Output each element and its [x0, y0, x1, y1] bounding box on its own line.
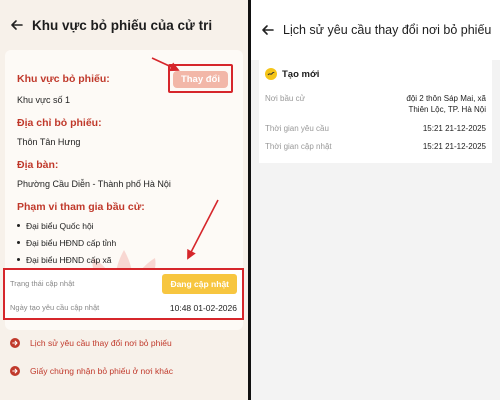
- residence-label: Nơi bầu cử: [265, 94, 305, 103]
- update-time-row: Thời gian cập nhật 15:21 21-12-2025: [265, 142, 486, 153]
- history-link-label: Lịch sử yêu cầu thay đổi nơi bỏ phiếu: [30, 338, 172, 348]
- bullet-icon: [17, 258, 20, 261]
- request-time-row: Thời gian yêu cầu 15:21 21-12-2025: [265, 124, 486, 135]
- update-status-box: Trạng thái cập nhật Đang cập nhật Ngày t…: [3, 268, 244, 320]
- change-button[interactable]: Thay đổi: [172, 71, 228, 88]
- area-value: Phường Cầu Diễn - Thành phố Hà Nội: [17, 179, 171, 189]
- page-title: Khu vực bỏ phiếu của cử tri: [32, 17, 213, 33]
- status-text: Tạo mới: [282, 68, 320, 80]
- address-value: Thôn Tân Hưng: [17, 137, 81, 147]
- right-panel: Lịch sử yêu cầu thay đổi nơi bỏ phiếu Tạ…: [251, 0, 500, 400]
- update-time-label: Thời gian cập nhật: [265, 142, 332, 152]
- residence-value: đội 2 thôn Sáp Mai, xã Thiên Lộc, TP. Hà…: [406, 94, 486, 114]
- back-arrow-icon[interactable]: [259, 21, 277, 39]
- zone-value: Khu vực số 1: [17, 95, 71, 105]
- request-date-label: Ngày tạo yêu cầu cập nhật: [10, 303, 100, 312]
- arrow-right-circle-icon: [10, 366, 20, 376]
- list-item: Đại biểu HĐND cấp tỉnh: [17, 234, 233, 251]
- request-date-value: 10:48 01-02-2026: [169, 302, 237, 313]
- arrow-right-circle-icon: [10, 338, 20, 348]
- back-arrow-icon[interactable]: [8, 16, 26, 34]
- right-header: Lịch sử yêu cầu thay đổi nơi bỏ phiếu: [251, 0, 500, 60]
- change-button-highlight: Thay đổi: [167, 64, 233, 93]
- history-entry[interactable]: Tạo mới Nơi bầu cử đội 2 thôn Sáp Mai, x…: [259, 60, 492, 164]
- history-link[interactable]: Lịch sử yêu cầu thay đổi nơi bỏ phiếu: [10, 338, 172, 348]
- certificate-link[interactable]: Giấy chứng nhận bỏ phiếu ở nơi khác: [10, 366, 173, 376]
- zone-label: Khu vực bỏ phiếu:: [17, 72, 110, 85]
- certificate-link-label: Giấy chứng nhận bỏ phiếu ở nơi khác: [30, 366, 174, 376]
- bullet-icon: [17, 224, 20, 227]
- status-icon: [265, 68, 277, 80]
- list-item: Đại biểu Quốc hội: [17, 217, 233, 234]
- request-time-label: Thời gian yêu cầu: [265, 123, 329, 133]
- status-badge: Tạo mới: [265, 68, 486, 80]
- left-header: Khu vực bỏ phiếu của cử tri: [0, 0, 248, 50]
- update-time-value: 15:21 21-12-2025: [422, 142, 486, 152]
- request-time-value: 15:21 21-12-2025: [422, 123, 486, 133]
- left-panel: Khu vực bỏ phiếu của cử tri Khu vực bỏ p…: [0, 0, 248, 400]
- area-label: Địa bàn:: [17, 159, 59, 171]
- update-status-label: Trạng thái cập nhật: [10, 279, 75, 288]
- page-title: Lịch sử yêu cầu thay đổi nơi bỏ phiếu: [283, 23, 492, 37]
- list-item: Đại biểu HĐND cấp xã: [17, 251, 233, 268]
- bullet-icon: [17, 241, 20, 244]
- address-label: Địa chỉ bỏ phiếu:: [17, 117, 102, 129]
- updating-button[interactable]: Đang cập nhật: [162, 273, 237, 294]
- scope-list: Đại biểu Quốc hội Đại biểu HĐND cấp tỉnh…: [17, 217, 233, 268]
- residence-row: Nơi bầu cử đội 2 thôn Sáp Mai, xã Thiên …: [265, 94, 486, 116]
- scope-label: Phạm vi tham gia bầu cử:: [17, 201, 145, 213]
